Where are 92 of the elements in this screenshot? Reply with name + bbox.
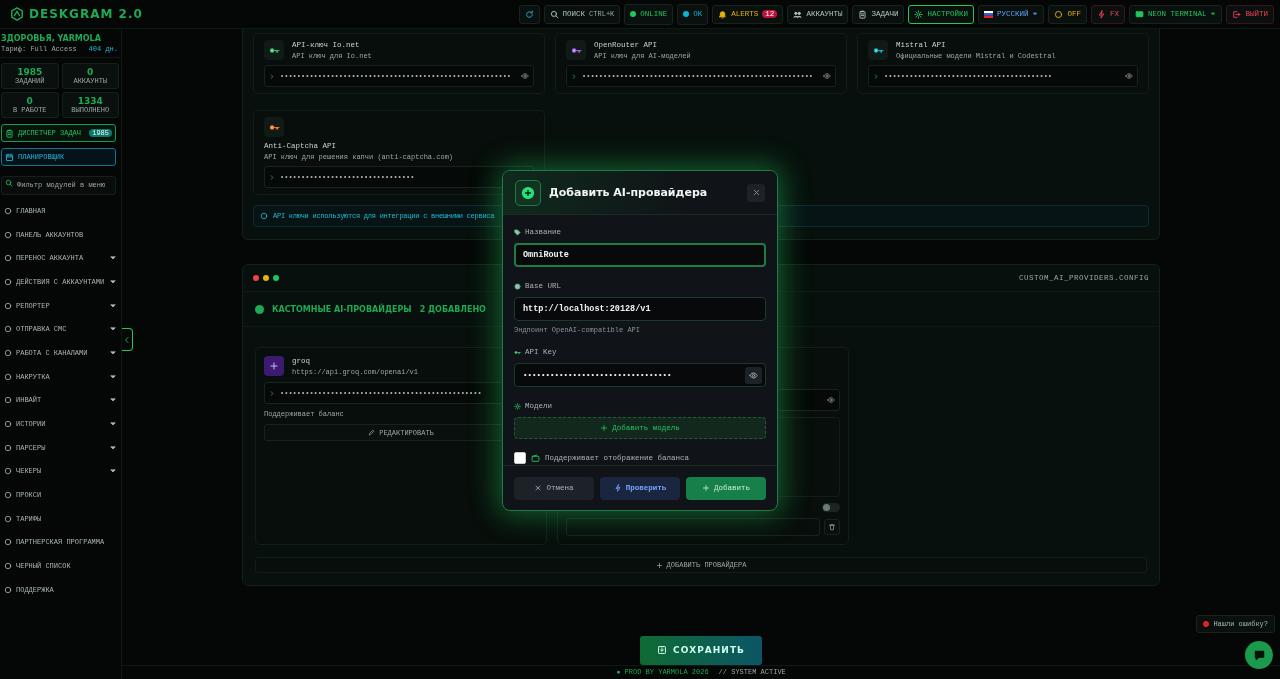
circle-icon: [4, 491, 12, 500]
dialog-title: Добавить AI-провайдера: [549, 186, 709, 199]
circle-icon: [4, 396, 12, 405]
delete-button[interactable]: [824, 519, 840, 535]
chat-icon: [1252, 648, 1266, 662]
circle-icon: [4, 230, 12, 239]
plus-icon: [269, 361, 279, 371]
stat-value: 1334: [77, 95, 103, 106]
user-greeting: ЗДОРОВЬЯ, YARMOLA: [0, 33, 102, 43]
prompt-icon: [269, 72, 276, 80]
circle-icon: [4, 538, 12, 547]
input-field[interactable]: http://localhost:20128/v1: [514, 297, 766, 321]
close-icon: [534, 484, 543, 492]
refresh-icon: [524, 9, 534, 19]
window-dot: [263, 275, 269, 281]
save-button[interactable]: СОХРАНИТЬ: [640, 636, 762, 665]
prompt-icon: [269, 173, 276, 181]
close-button[interactable]: [747, 183, 765, 202]
plus-icon: [600, 424, 609, 432]
circle-icon: [4, 585, 12, 594]
window-dot: [253, 275, 259, 281]
provider-count: 2 ДОБАВЛЕНО: [419, 304, 486, 314]
circle-icon: [4, 277, 12, 286]
stat-value: 1985: [17, 66, 43, 77]
circle-icon: [4, 206, 12, 215]
info-icon: [260, 212, 268, 220]
lightning-icon: [613, 484, 622, 492]
gear-icon: [914, 9, 924, 19]
circle-icon: [4, 254, 12, 263]
eye-icon: [1125, 72, 1133, 80]
circle-icon: [4, 467, 12, 476]
chevron-left-icon: [123, 335, 131, 344]
globe-icon: [514, 282, 521, 290]
circle-icon: [1054, 9, 1064, 19]
prompt-icon: [873, 72, 880, 80]
circle-icon: [4, 325, 12, 334]
toggle-switch[interactable]: [822, 503, 840, 512]
prompt-icon: [571, 72, 578, 80]
circle-icon: [4, 301, 12, 310]
eye-icon: [749, 370, 758, 380]
close-icon: [751, 188, 761, 197]
stat-value: 0: [26, 95, 33, 106]
chat-button[interactable]: [1245, 641, 1273, 669]
app-logo: DESKGRAM 2.0: [29, 7, 143, 21]
search-icon: [549, 9, 559, 19]
eye-icon: [827, 396, 835, 404]
eye-icon: [823, 72, 831, 80]
circle-icon: [4, 443, 12, 452]
select-field[interactable]: [566, 518, 820, 536]
trash-icon: [828, 523, 836, 531]
caret-icon: [109, 372, 117, 381]
calendar-icon: [5, 152, 14, 162]
circle-icon: [4, 420, 12, 429]
circle-icon: [4, 562, 12, 571]
clipboard-icon: [858, 9, 868, 19]
monitor-icon: [1134, 9, 1144, 19]
circle-icon: [4, 348, 12, 357]
pencil-icon: [368, 429, 376, 436]
collapse-button[interactable]: [122, 328, 133, 351]
gear-icon: [514, 402, 521, 410]
key-icon: [514, 348, 521, 356]
stat-value: 0: [87, 66, 94, 77]
circle-icon: [4, 372, 12, 381]
lightning-icon: [1096, 9, 1106, 19]
tag-icon: [514, 228, 521, 236]
prompt-icon: [269, 389, 276, 397]
logo-icon: [10, 7, 24, 21]
caret-icon: [1032, 11, 1039, 17]
caret-icon: [1210, 11, 1217, 17]
caret-icon: [109, 301, 117, 310]
flag-icon: [983, 10, 993, 18]
window-dot: [273, 275, 279, 281]
clipboard-icon: [5, 128, 14, 138]
input-field[interactable]: OmniRoute: [514, 243, 766, 267]
save-icon: [657, 645, 668, 656]
plus-icon: [655, 561, 663, 569]
eye-icon: [521, 72, 529, 80]
wallet-icon: [531, 453, 540, 463]
plus-icon: [702, 484, 710, 492]
bell-icon: [718, 9, 728, 19]
logout-icon: [1232, 9, 1242, 19]
refresh-button[interactable]: [518, 4, 540, 24]
circle-icon: [4, 514, 12, 523]
search-icon: [5, 179, 13, 187]
plus-icon: [515, 179, 541, 206]
caret-icon: [109, 443, 117, 452]
status-dot: [255, 304, 264, 314]
checkbox[interactable]: [514, 452, 526, 464]
caret-icon: [109, 277, 117, 286]
section-title: КАСТОМНЫЕ AI-ПРОВАЙДЕРЫ: [272, 304, 412, 314]
people-icon: [793, 9, 803, 19]
caret-icon: [109, 348, 117, 357]
